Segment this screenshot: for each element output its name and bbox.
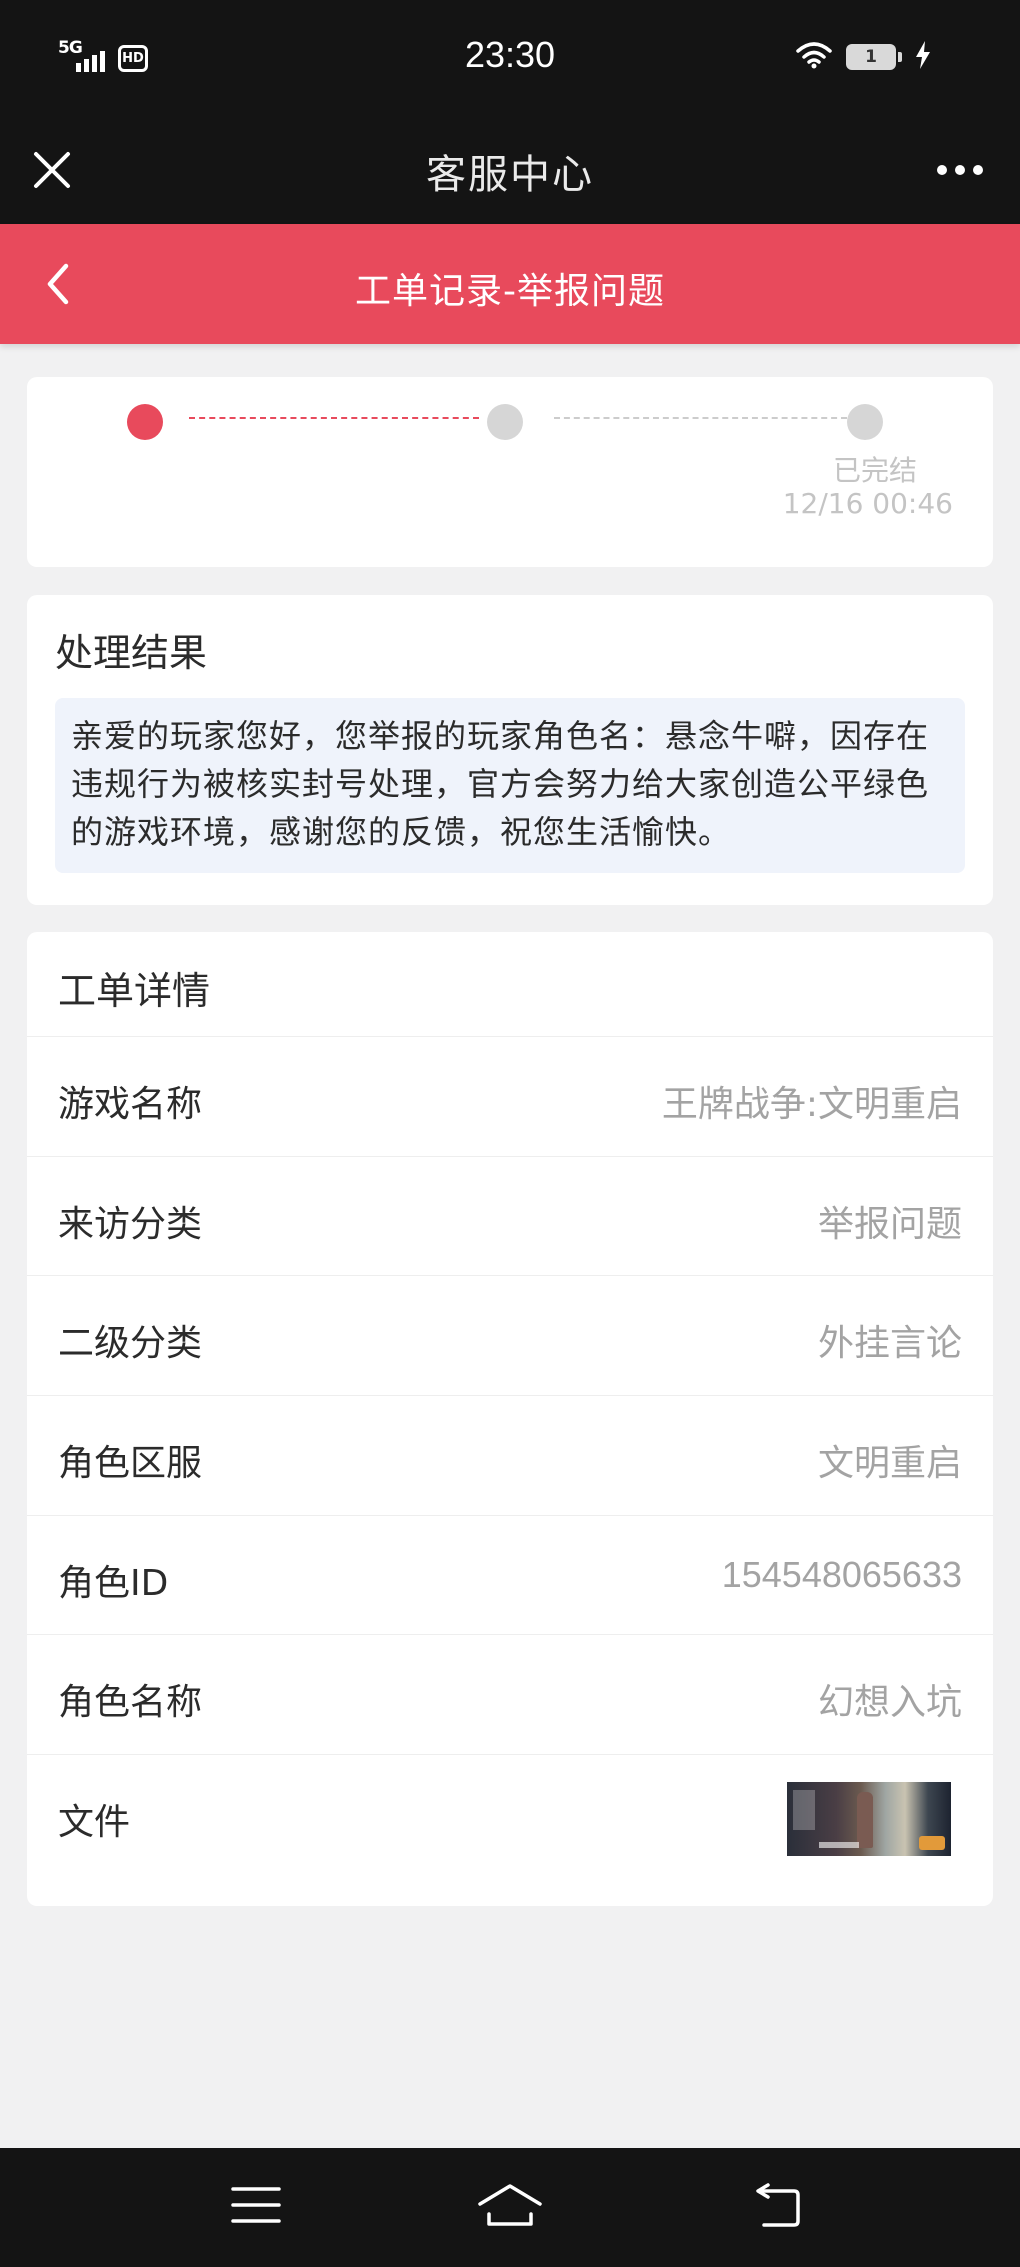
detail-label: 文件	[58, 1802, 131, 1843]
detail-row-game-name: 游戏名称 王牌战争:文明重启	[27, 1036, 993, 1156]
detail-row-sub-category: 二级分类 外挂言论	[27, 1275, 993, 1395]
result-heading: 处理结果	[55, 631, 208, 675]
top-nav-bar: 客服中心	[0, 118, 1020, 224]
step-2-dot	[487, 404, 523, 440]
step-1-dot	[127, 404, 163, 440]
file-thumbnail[interactable]	[787, 1782, 951, 1856]
status-icons: 1	[796, 40, 932, 74]
step-final-label: 已完结	[832, 454, 917, 487]
detail-value: 文明重启	[817, 1443, 962, 1484]
step-connector-1	[189, 417, 479, 419]
status-bar: 5G HD 23:30 1	[0, 0, 1020, 118]
detail-label: 角色名称	[58, 1682, 203, 1723]
back-icon[interactable]	[736, 2170, 816, 2240]
detail-label: 角色区服	[58, 1443, 203, 1484]
detail-value: 举报问题	[817, 1204, 962, 1245]
result-card: 处理结果 亲爱的玩家您好，您举报的玩家角色名：悬念牛噼，因存在违规行为被核实封号…	[27, 595, 993, 905]
detail-value: 幻想入坑	[817, 1682, 962, 1723]
ticket-details-card: 工单详情 游戏名称 王牌战争:文明重启 来访分类 举报问题 二级分类 外挂言论 …	[27, 932, 993, 1906]
wifi-icon	[796, 41, 832, 73]
detail-value: 王牌战争:文明重启	[661, 1084, 962, 1125]
detail-label: 来访分类	[58, 1204, 203, 1245]
system-nav-bar	[0, 2148, 1020, 2267]
section-title: 工单记录-举报问题	[355, 271, 665, 312]
detail-row-role-id: 角色ID 154548065633	[27, 1515, 993, 1635]
home-icon[interactable]	[470, 2170, 550, 2240]
step-final-time: 12/16 00:46	[782, 487, 953, 520]
more-dots-icon[interactable]	[930, 140, 990, 200]
section-header: 工单记录-举报问题	[0, 224, 1020, 344]
detail-label: 游戏名称	[58, 1084, 203, 1125]
detail-value: 外挂言论	[817, 1323, 962, 1364]
step-3-dot	[847, 404, 883, 440]
charging-icon	[914, 40, 932, 74]
details-heading: 工单详情	[58, 969, 211, 1013]
detail-row-role-name: 角色名称 幻想入坑	[27, 1634, 993, 1754]
detail-row-visit-category: 来访分类 举报问题	[27, 1156, 993, 1276]
detail-value: 154548065633	[721, 1554, 962, 1595]
step-connector-2	[554, 417, 847, 419]
detail-row-file: 文件	[27, 1754, 993, 1884]
battery-icon: 1	[846, 44, 902, 70]
detail-row-server: 角色区服 文明重启	[27, 1395, 993, 1515]
detail-label: 角色ID	[58, 1563, 169, 1604]
progress-card: 已完结 12/16 00:46	[27, 377, 993, 567]
detail-label: 二级分类	[58, 1323, 203, 1364]
result-message: 亲爱的玩家您好，您举报的玩家角色名：悬念牛噼，因存在违规行为被核实封号处理，官方…	[55, 698, 965, 873]
page-title: 客服中心	[426, 152, 594, 198]
menu-icon[interactable]	[216, 2170, 296, 2240]
